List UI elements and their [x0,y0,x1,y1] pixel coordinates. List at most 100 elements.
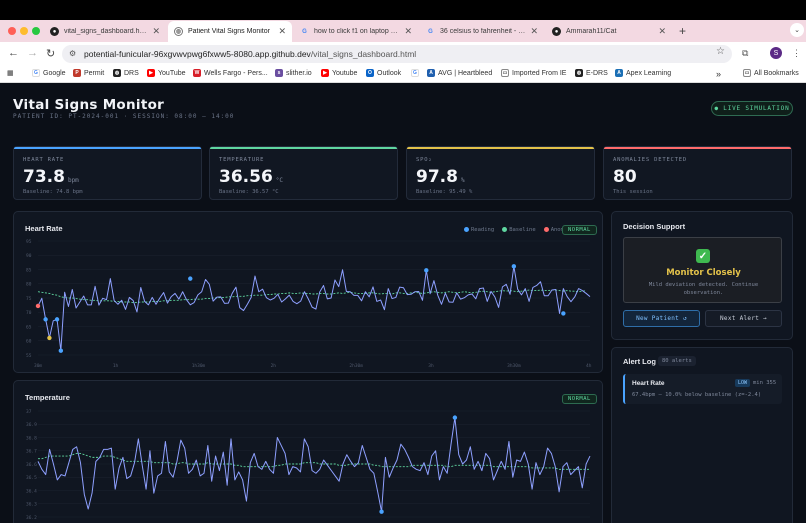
github-icon: ● [50,27,59,36]
extensions-icon[interactable]: ⧉ [742,48,748,59]
all-bookmarks-item[interactable]: ▭ All Bookmarks [743,69,799,77]
browser-tab[interactable]: G 36 celsius to fahrenheit - Goo ✕ [420,21,544,42]
globe-icon: ◍ [575,69,583,77]
kpi-value: 80 [613,167,637,187]
browser-tab[interactable]: G how to click f1 on laptop - Go ✕ [294,21,418,42]
bookmark-item[interactable]: ◍ DRS [113,69,139,77]
bookmark-item[interactable]: ▭ Imported From IE [501,69,566,77]
bookmark-item[interactable]: P Permit [73,69,104,77]
decision-status-box: ✓ Monitor Closely Mild deviation detecte… [623,237,782,303]
apex-icon: A [615,69,623,77]
kpi-baseline: This session [613,189,653,195]
kpi-unit: bpm [67,177,79,184]
bookmark-label: Wells Fargo - Pers... [204,69,268,77]
url-path: /vital_signs_dashboard.html [310,49,417,59]
x-tick-label: 1h30m [192,363,206,369]
all-bookmarks-label: All Bookmarks [754,69,799,77]
overflow-chevron-icon[interactable]: » [716,69,721,79]
reading-series-line [37,265,591,352]
new-tab-plus-icon[interactable]: + [679,24,686,38]
new-patient-button[interactable]: New Patient ↺ [623,310,700,327]
kpi-value: 36.56 [219,167,273,187]
anomaly-point [379,509,384,514]
bookmark-item[interactable]: ◍ E-DRS [575,69,608,77]
browser-tab[interactable]: ● vital_signs_dashboard.html ✕ [44,21,166,42]
bookmark-item[interactable]: ▶ YouTube [147,69,186,77]
globe-icon: ◍ [113,69,121,77]
profile-avatar[interactable]: S [770,47,782,59]
bookmark-item[interactable]: G [411,69,419,77]
session-subtitle: PATIENT ID: PT-2024-001 · SESSION: 08:00… [13,113,235,120]
y-tick-label: 95 [26,239,32,245]
reload-icon[interactable]: ↻ [46,47,55,60]
y-tick-label: 36.7 [26,449,37,455]
x-tick-label: 2h [271,363,277,369]
alert-count-badge: 80 alerts [658,356,696,366]
bookmark-star-icon[interactable]: ☆ [716,46,725,57]
back-arrow-icon[interactable]: ← [8,47,19,59]
more-menu-icon[interactable]: ⋮ [792,48,801,59]
kpi-baseline: Baseline: 95.49 % [416,189,473,195]
bookmark-item[interactable]: O Outlook [366,69,401,77]
close-tab-icon[interactable]: ✕ [278,26,286,37]
y-tick-label: 36.9 [26,422,37,428]
bookmark-item[interactable]: ▶ Youtube [321,69,357,77]
close-tab-icon[interactable]: ✕ [152,26,160,37]
y-tick-label: 75 [26,296,32,302]
kpi-baseline: Baseline: 36.57 °C [219,189,279,195]
reading-series-line [37,417,591,513]
tab-search-chevron-icon[interactable]: ⌄ [790,23,804,37]
bookmark-label: Permit [84,69,105,77]
folder-icon: ▭ [501,69,509,77]
kpi-card-anomalies: Anomalies Detected 80 This session [603,146,792,200]
maximize-window-icon[interactable] [32,27,40,35]
x-tick-label: 1h [113,363,119,369]
next-alert-button[interactable]: Next Alert → [705,310,782,327]
forward-arrow-icon[interactable]: → [27,47,38,59]
kpi-card-spo2: SpO₂ 97.8% Baseline: 95.49 % [406,146,595,200]
y-tick-label: 55 [26,353,32,359]
decision-description: Mild deviation detected. Continue observ… [648,282,759,296]
x-tick-label: 3h30m [507,363,521,369]
alert-item[interactable]: Heart Rate LOW min 355 67.4bpm — 10.0% b… [623,374,782,404]
temperature-chart: 36.2 36.3 36.4 36.5 36.6 36.7 36.8 36.9 37 [26,409,591,521]
alert-description: 67.4bpm — 10.0% below baseline (z=-2.4) [632,392,762,398]
tab-title: Ammarah11/Cat [566,28,617,35]
kpi-accent-bar [407,147,594,149]
bookmark-item[interactable]: A Apex Learning [615,69,671,77]
kpi-label: Heart Rate [23,157,65,163]
tab-title: how to click f1 on laptop - Go [314,28,400,35]
tab-title: Patient Vital Signs Monitor [188,28,270,35]
apps-grid-icon[interactable]: ▦ [7,69,14,77]
close-tab-icon[interactable]: ✕ [530,26,538,37]
browser-tab[interactable]: ● Ammarah11/Cat ✕ [546,21,672,42]
y-tick-label: 36.8 [26,435,37,441]
site-info-icon[interactable]: ⚙ [69,49,76,58]
close-window-icon[interactable] [8,27,16,35]
y-tick-label: 37 [26,409,32,415]
kpi-card-heart-rate: Heart Rate 73.8 bpm Baseline: 74.8 bpm [13,146,202,200]
close-tab-icon[interactable]: ✕ [404,26,412,37]
bookmark-label: slither.io [286,69,312,77]
google-icon: G [302,28,307,35]
close-tab-icon[interactable]: ✕ [658,26,666,37]
github-icon: ● [552,27,561,36]
anomaly-point [35,303,41,309]
panel-title: Alert Log [623,357,656,366]
url-input[interactable]: ⚙ potential-funicular-96xgvwvpwg6fxww5-8… [62,45,732,63]
bookmark-item[interactable]: A AVG | Heartbleed [427,69,492,77]
permit-icon: P [73,69,81,77]
y-tick-label: 65 [26,324,32,330]
live-simulation-button[interactable]: ● LIVE SIMULATION [711,101,793,116]
bookmark-label: DRS [124,69,139,77]
bookmark-item[interactable]: W Wells Fargo - Pers... [193,69,268,77]
youtube-icon: ▶ [321,69,329,77]
bookmark-item[interactable]: s slither.io [275,69,312,77]
outlook-icon: O [366,69,374,77]
bookmark-item[interactable]: G Google [32,69,66,77]
minimize-window-icon[interactable] [20,27,28,35]
decision-status: Monitor Closely [666,268,741,278]
browser-tab-active[interactable]: ◍ Patient Vital Signs Monitor ✕ [168,21,292,42]
y-tick-label: 90 [26,253,32,259]
bookmark-label: Outlook [377,69,402,77]
